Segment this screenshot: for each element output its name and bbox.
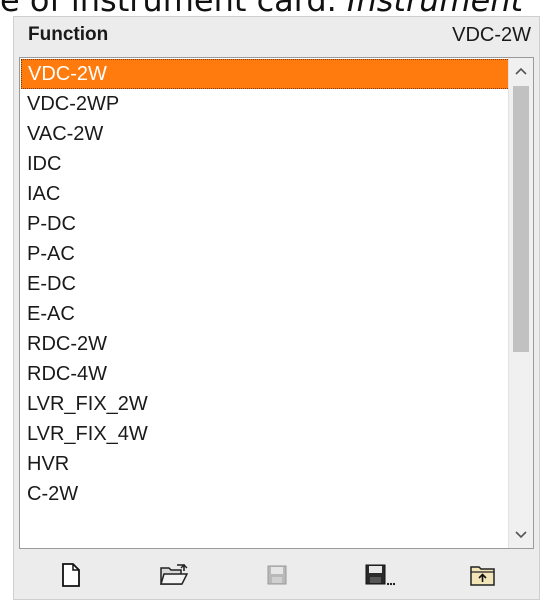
list-item[interactable]: IAC: [21, 179, 510, 209]
list-item[interactable]: VDC-2WP: [21, 89, 510, 119]
list-item[interactable]: RDC-2W: [21, 329, 510, 359]
scroll-thumb[interactable]: [513, 86, 529, 352]
chevron-up-icon: [515, 67, 527, 75]
list-item[interactable]: C-2W: [21, 479, 510, 509]
import-icon: [469, 566, 495, 586]
new-document-icon: [61, 563, 80, 587]
function-toolbar: [19, 553, 534, 597]
list-item[interactable]: P-AC: [21, 239, 510, 269]
vertical-scrollbar[interactable]: [508, 58, 533, 548]
new-button[interactable]: [51, 557, 91, 593]
list-item[interactable]: E-DC: [21, 269, 510, 299]
list-item[interactable]: VDC-2W: [21, 59, 510, 89]
save-icon: [267, 565, 286, 585]
open-button[interactable]: [154, 557, 194, 593]
open-folder-icon: [159, 564, 188, 585]
save-as-icon: [365, 564, 395, 586]
list-item[interactable]: E-AC: [21, 299, 510, 329]
save-button[interactable]: [257, 557, 297, 593]
scroll-down-button[interactable]: [509, 522, 533, 548]
list-item[interactable]: VAC-2W: [21, 119, 510, 149]
panel-header: Function VDC-2W: [14, 17, 539, 53]
list-item[interactable]: HVR: [21, 449, 510, 479]
chevron-down-icon: [515, 531, 527, 539]
save-as-button[interactable]: [360, 557, 400, 593]
list-item[interactable]: P-DC: [21, 209, 510, 239]
list-item[interactable]: LVR_FIX_4W: [21, 419, 510, 449]
panel-title: Function: [28, 24, 109, 45]
list-item[interactable]: IDC: [21, 149, 510, 179]
function-panel: Function VDC-2W VDC-2W VDC-2WP VAC-2W ID…: [13, 16, 540, 600]
function-listbox[interactable]: VDC-2W VDC-2WP VAC-2W IDC IAC P-DC P-AC …: [19, 57, 534, 549]
scroll-up-button[interactable]: [509, 58, 533, 84]
list-item[interactable]: RDC-4W: [21, 359, 510, 389]
list-item[interactable]: LVR_FIX_2W: [21, 389, 510, 419]
function-list-items: VDC-2W VDC-2WP VAC-2W IDC IAC P-DC P-AC …: [21, 59, 510, 509]
import-button[interactable]: [463, 557, 503, 593]
current-function-value: VDC-2W: [452, 23, 531, 46]
